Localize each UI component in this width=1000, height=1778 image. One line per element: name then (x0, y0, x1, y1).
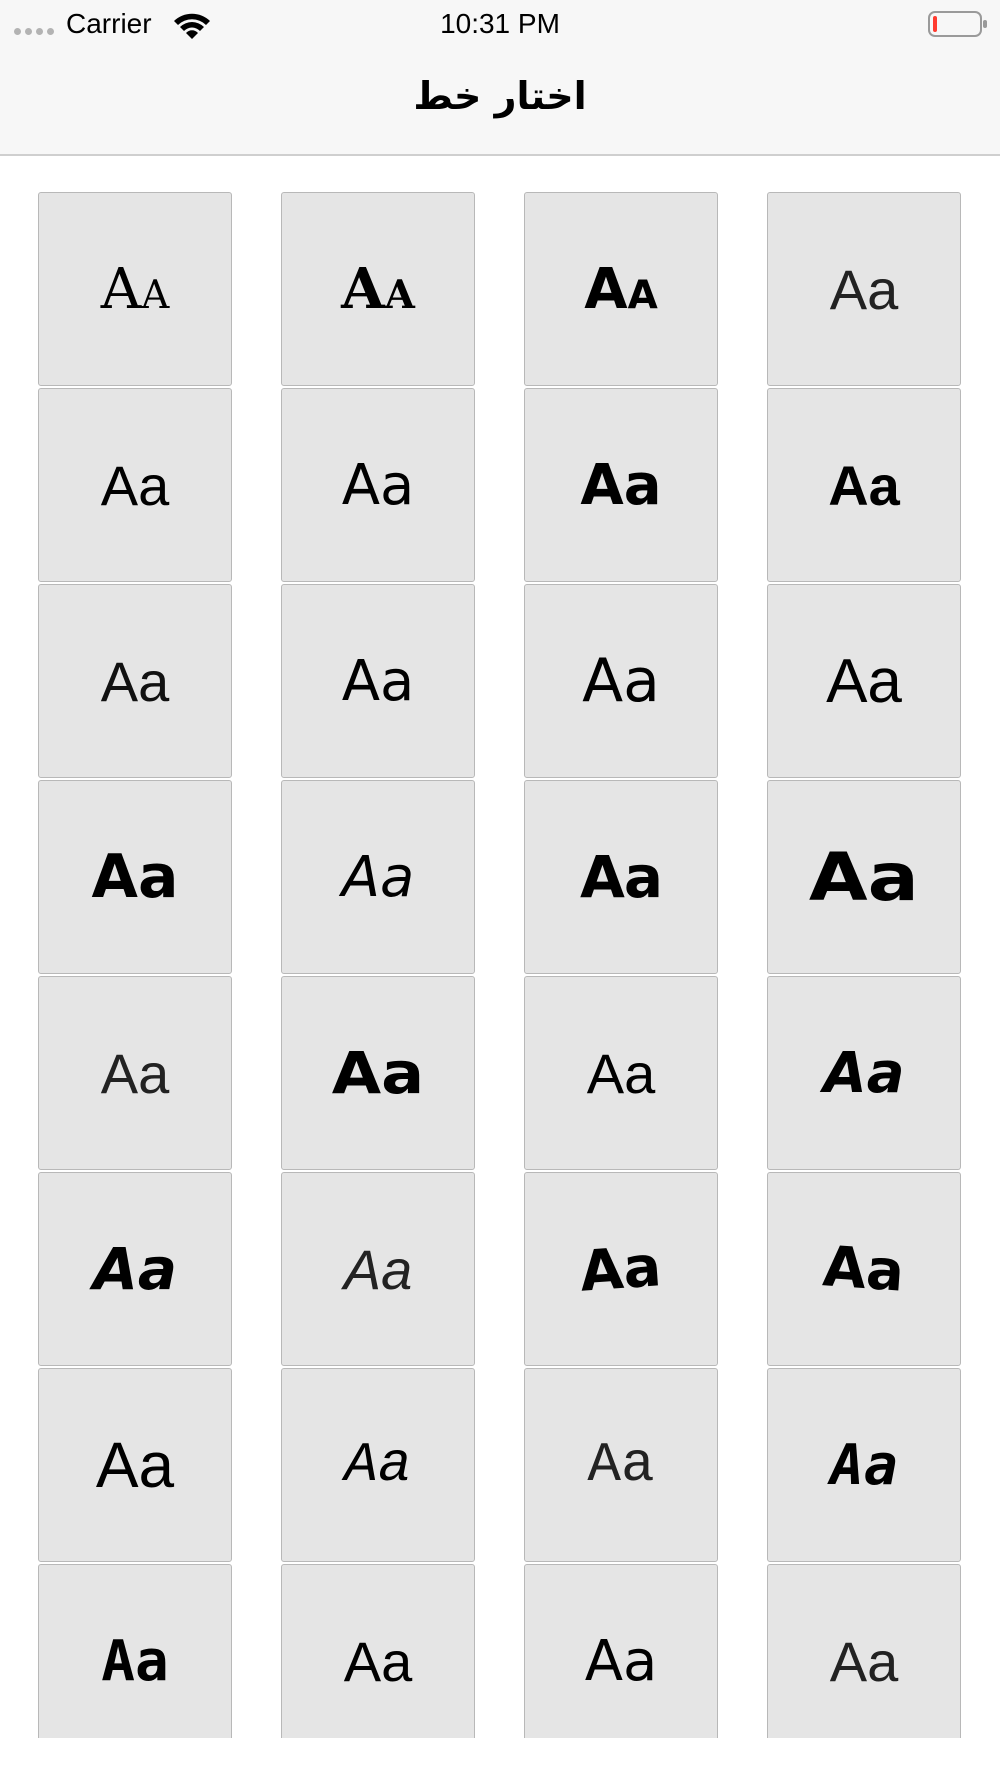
status-bar: Carrier 10:31 PM (0, 0, 1000, 50)
font-option-button[interactable]: Aa (281, 780, 475, 974)
font-option-button[interactable]: Aa (524, 388, 718, 582)
font-sample-label: Aa (100, 256, 170, 322)
font-option-button[interactable]: Aa (767, 780, 961, 974)
font-sample-label: Aa (826, 646, 902, 716)
font-sample-label: Aa (809, 838, 919, 916)
font-sample-label: Aa (830, 1432, 898, 1498)
font-option-button[interactable]: Aa (767, 976, 961, 1170)
font-sample-label: Aa (580, 452, 662, 518)
font-option-button[interactable]: Aa (524, 780, 718, 974)
font-sample-label: Aa (823, 1040, 905, 1106)
page-title: اختار خط (413, 74, 587, 118)
font-option-button[interactable]: Aa (38, 1564, 232, 1758)
font-option-button[interactable]: Aa (281, 1368, 475, 1562)
font-sample-label: Aa (95, 1429, 175, 1501)
font-option-button[interactable]: Aa (524, 192, 718, 386)
font-option-button[interactable]: Aa (38, 192, 232, 386)
font-grid: Aa Aa Aa Aa Aa Aa Aa Aa Aa Aa Aa Aa Aa Aa Aa Aa Aa Aa Aa Aa… (38, 192, 961, 1758)
font-option-button[interactable]: Aa (767, 388, 961, 582)
font-option-button[interactable]: Aa (38, 584, 232, 778)
font-sample-label: Aa (344, 1433, 412, 1497)
font-option-button[interactable]: Aa (281, 388, 475, 582)
font-sample-label: Aa (828, 453, 900, 517)
battery-low-icon (928, 11, 987, 37)
font-option-button[interactable]: Aa (38, 388, 232, 582)
font-sample-label: Aa (829, 1629, 899, 1693)
font-option-button[interactable]: Aa (281, 1564, 475, 1758)
font-option-button[interactable]: Aa (524, 976, 718, 1170)
font-option-button[interactable]: Aa (767, 1564, 961, 1758)
font-sample-label: Aa (341, 452, 415, 518)
font-sample-label: Aa (341, 844, 415, 910)
font-sample-label: Aa (829, 257, 899, 321)
font-option-button[interactable]: Aa (767, 192, 961, 386)
navigation-bar: اختار خط (0, 50, 1000, 156)
font-option-button[interactable]: Aa (524, 1172, 718, 1366)
font-sample-label: Aa (341, 256, 415, 322)
font-sample-label: Aa (343, 1237, 413, 1301)
font-option-button[interactable]: Aa (281, 192, 475, 386)
font-sample-label: Aa (341, 648, 415, 714)
font-sample-label: Aa (92, 1235, 178, 1303)
status-time: 10:31 PM (440, 8, 560, 39)
font-option-button[interactable]: Aa (281, 976, 475, 1170)
font-sample-label: Aa (331, 1039, 425, 1107)
font-option-button[interactable]: Aa (524, 1368, 718, 1562)
font-option-button[interactable]: Aa (38, 1368, 232, 1562)
font-sample-label: Aa (587, 1433, 655, 1497)
font-sample-label: Aa (343, 1629, 413, 1693)
font-sample-label: Aa (100, 649, 170, 713)
screen-bottom-edge (0, 1738, 1000, 1778)
font-option-button[interactable]: Aa (524, 1564, 718, 1758)
font-sample-label: Aa (821, 1233, 907, 1305)
font-sample-label: Aa (100, 453, 170, 517)
font-sample-label: Aa (584, 256, 658, 322)
font-option-button[interactable]: Aa (524, 584, 718, 778)
font-sample-label: Aa (91, 842, 179, 912)
font-option-button[interactable]: Aa (767, 584, 961, 778)
font-option-button[interactable]: Aa (281, 1172, 475, 1366)
font-option-button[interactable]: Aa (38, 976, 232, 1170)
font-sample-label: Aa (579, 843, 663, 911)
font-sample-label: Aa (582, 646, 660, 716)
font-option-button[interactable]: Aa (767, 1368, 961, 1562)
font-option-button[interactable]: Aa (767, 1172, 961, 1366)
font-sample-label: Aa (586, 1041, 656, 1105)
font-sample-label: Aa (100, 1041, 170, 1105)
font-option-button[interactable]: Aa (38, 1172, 232, 1366)
font-option-button[interactable]: Aa (38, 780, 232, 974)
font-sample-label: Aa (101, 1628, 169, 1694)
font-option-button[interactable]: Aa (281, 584, 475, 778)
font-sample-label: Aa (584, 1628, 658, 1694)
font-sample-label: Aa (578, 1233, 664, 1305)
